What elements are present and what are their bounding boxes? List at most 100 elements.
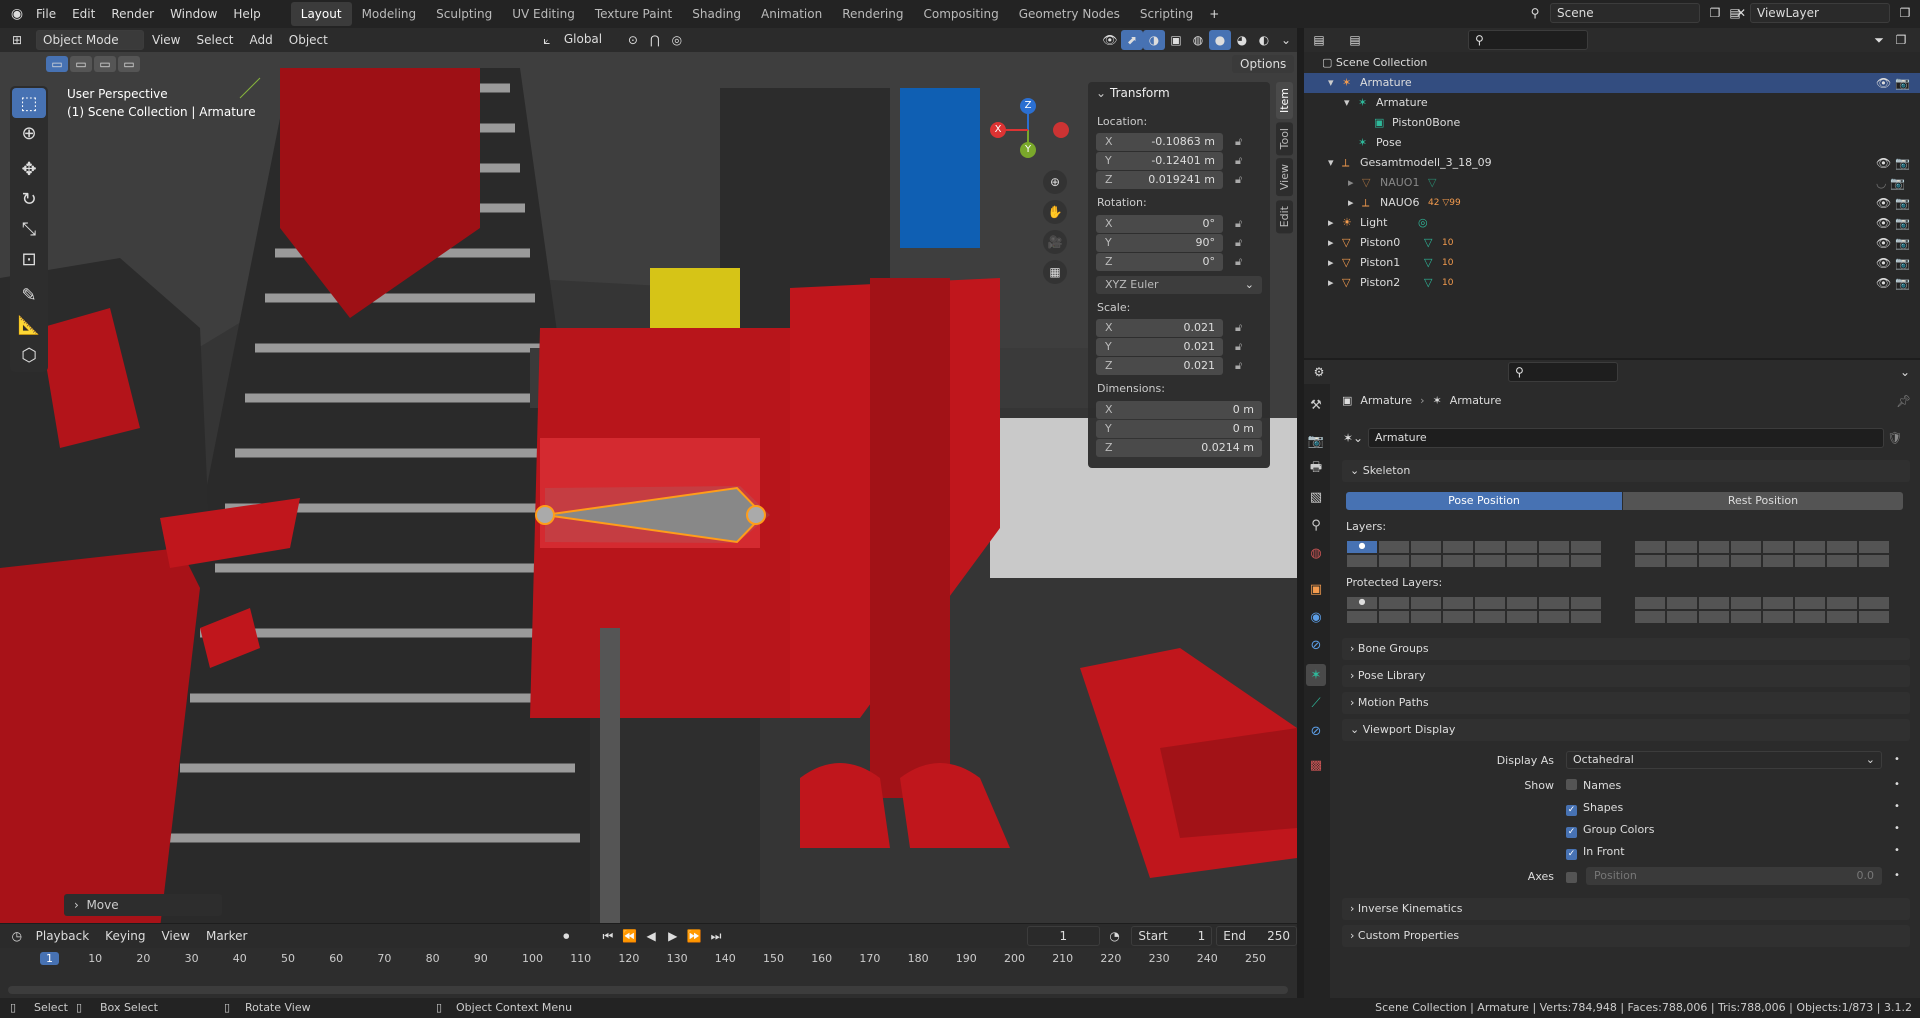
- end-frame-field[interactable]: End 250: [1216, 926, 1298, 946]
- gizmo-toggle-icon[interactable]: ⬈: [1121, 30, 1143, 50]
- transform-tool-icon[interactable]: ⊡: [12, 244, 46, 274]
- tab-geometry-nodes[interactable]: Geometry Nodes: [1009, 2, 1130, 26]
- wireframe-shading-icon[interactable]: ◍: [1187, 30, 1209, 50]
- keyframe-dot-icon[interactable]: •: [1894, 801, 1900, 812]
- select-subtract-icon[interactable]: ▭: [94, 56, 116, 72]
- tab-modeling[interactable]: Modeling: [352, 2, 427, 26]
- properties-search-input[interactable]: ⚲: [1508, 362, 1618, 382]
- scale-x-field[interactable]: X 0.021: [1096, 319, 1223, 337]
- hidden-eye-icon[interactable]: ◡ 📷: [1876, 173, 1916, 193]
- move-tool-icon[interactable]: ✥: [12, 154, 46, 184]
- gizmo-z-axis[interactable]: Z: [1020, 98, 1036, 114]
- properties-editor-type-icon[interactable]: ⚙: [1308, 362, 1330, 382]
- rest-position-button[interactable]: Rest Position: [1623, 492, 1903, 510]
- dimensions-z-field[interactable]: Z 0.0214 m: [1096, 439, 1262, 457]
- lock-icon[interactable]: 🔓︎: [1235, 255, 1242, 269]
- viewport-menu-select[interactable]: Select: [188, 33, 241, 47]
- expand-icon[interactable]: ▸: [1328, 213, 1334, 233]
- transform-collapse-icon[interactable]: ⌄: [1096, 86, 1106, 100]
- eye-icon[interactable]: 👁 📷: [1876, 193, 1916, 213]
- armature-name-field[interactable]: Armature: [1368, 428, 1884, 448]
- eye-icon[interactable]: 👁 📷: [1876, 153, 1916, 173]
- jump-end-icon[interactable]: ⏭: [705, 926, 727, 946]
- tab-texture-paint[interactable]: Texture Paint: [585, 2, 682, 26]
- new-view-layer-icon[interactable]: ❐: [1894, 3, 1916, 23]
- gizmo-y-axis[interactable]: Y: [1020, 142, 1036, 158]
- prev-keyframe-icon[interactable]: ⏪: [619, 926, 641, 946]
- start-frame-field[interactable]: Start 1: [1131, 926, 1213, 946]
- show-shapes-checkbox[interactable]: ✓ Shapes: [1566, 801, 1623, 816]
- viewport-menu-view[interactable]: View: [144, 33, 188, 47]
- rotate-tool-icon[interactable]: ↻: [12, 184, 46, 214]
- bone-constraints-tab-icon[interactable]: ⊘: [1306, 720, 1326, 742]
- tab-animation[interactable]: Animation: [751, 2, 832, 26]
- lock-icon[interactable]: 🔓︎: [1235, 154, 1242, 168]
- cursor-tool-icon[interactable]: ⊕: [12, 118, 46, 148]
- render-tab-icon[interactable]: 📷: [1306, 430, 1326, 452]
- properties-options-icon[interactable]: ⌄: [1894, 362, 1916, 382]
- tab-sculpting[interactable]: Sculpting: [426, 2, 502, 26]
- overlay-toggle-icon[interactable]: ◑: [1143, 30, 1165, 50]
- snap-icon[interactable]: ⋂: [644, 30, 666, 50]
- select-box-tool-icon[interactable]: ⬚: [12, 88, 46, 118]
- expand-icon[interactable]: ▾: [1328, 153, 1334, 173]
- pose-position-button[interactable]: Pose Position: [1346, 492, 1622, 510]
- pin-icon[interactable]: 📌︎: [1896, 394, 1911, 408]
- camera-icon[interactable]: 🎥: [1043, 230, 1067, 254]
- armature-data-tab-icon[interactable]: ✶: [1306, 664, 1326, 686]
- scale-tool-icon[interactable]: ⤡: [12, 214, 46, 244]
- motion-paths-panel-header[interactable]: › Motion Paths: [1342, 692, 1910, 714]
- clock-icon[interactable]: ◔: [1104, 926, 1126, 946]
- visibility-icon[interactable]: 👁: [1099, 30, 1121, 50]
- add-workspace-icon[interactable]: +: [1203, 4, 1225, 24]
- viewport-menu-add[interactable]: Add: [242, 33, 281, 47]
- next-keyframe-icon[interactable]: ⏩: [684, 926, 706, 946]
- lock-icon[interactable]: 🔓︎: [1235, 359, 1242, 373]
- record-icon[interactable]: ⏺: [555, 926, 577, 946]
- timeline-editor-type-icon[interactable]: ◷: [6, 926, 28, 946]
- lock-icon[interactable]: 🔓︎: [1235, 321, 1242, 335]
- ortho-grid-icon[interactable]: ▦: [1043, 260, 1067, 284]
- outliner-row-piston2[interactable]: ▸ ▽ Piston2 ▽ 10: [1304, 273, 1920, 293]
- outliner-editor-type-icon[interactable]: ▤: [1308, 30, 1330, 50]
- outliner-row-bone[interactable]: ▣ Piston0Bone: [1304, 113, 1920, 133]
- output-tab-icon[interactable]: 🖶: [1306, 458, 1326, 480]
- expand-icon[interactable]: ▸: [1328, 253, 1334, 273]
- tab-uv-editing[interactable]: UV Editing: [502, 2, 585, 26]
- new-collection-icon[interactable]: ❐: [1890, 30, 1912, 50]
- measure-tool-icon[interactable]: 📐: [12, 310, 46, 340]
- axes-position-field[interactable]: Position 0.0: [1586, 867, 1882, 885]
- pivot-icon[interactable]: ⊙: [622, 30, 644, 50]
- mode-select[interactable]: Object Mode: [36, 30, 144, 50]
- timeline-scrollbar[interactable]: [8, 986, 1288, 994]
- tab-view[interactable]: View: [1276, 158, 1293, 197]
- outliner-row-armature[interactable]: ▾ ✶ Armature: [1304, 73, 1920, 93]
- axes-checkbox[interactable]: [1566, 872, 1577, 883]
- lock-icon[interactable]: 🔓︎: [1235, 135, 1242, 149]
- select-extend-icon[interactable]: ▭: [70, 56, 92, 72]
- tab-layout[interactable]: Layout: [290, 2, 352, 26]
- menu-render[interactable]: Render: [103, 0, 162, 28]
- pose-library-panel-header[interactable]: › Pose Library: [1342, 665, 1910, 687]
- viewport-menu-object[interactable]: Object: [281, 33, 336, 47]
- view-layer-tab-icon[interactable]: ▧: [1306, 486, 1326, 508]
- location-x-field[interactable]: X -0.10863 m: [1096, 133, 1223, 151]
- navigation-gizmo[interactable]: Z Y X: [985, 95, 1069, 175]
- filter-icon[interactable]: ⏷: [1868, 30, 1890, 50]
- blender-logo-icon[interactable]: ◉: [6, 4, 28, 24]
- view-layer-field[interactable]: ViewLayer: [1750, 3, 1890, 23]
- outliner-row-armature-data[interactable]: ▾ ✶ Armature: [1304, 93, 1920, 113]
- expand-icon[interactable]: ▸: [1328, 233, 1334, 253]
- proportional-edit-icon[interactable]: ◎: [666, 30, 688, 50]
- orientation-select[interactable]: Global: [557, 30, 622, 50]
- rotation-x-field[interactable]: X 0°: [1096, 215, 1223, 233]
- jump-start-icon[interactable]: ⏮: [597, 926, 619, 946]
- select-set-icon[interactable]: ▭: [46, 56, 68, 72]
- viewport-display-panel-header[interactable]: ⌄ Viewport Display: [1342, 719, 1910, 741]
- outliner-row-gesamtmodell[interactable]: ▾ ⟂ Gesamtmodell_3_18_09: [1304, 153, 1920, 173]
- dimensions-y-field[interactable]: Y0 m: [1096, 420, 1262, 438]
- view-layer-icon[interactable]: ▤: [1724, 3, 1746, 23]
- eye-icon[interactable]: 👁 📷: [1876, 273, 1916, 293]
- location-y-field[interactable]: Y -0.12401 m: [1096, 152, 1223, 170]
- eye-icon[interactable]: 👁 📷: [1876, 253, 1916, 273]
